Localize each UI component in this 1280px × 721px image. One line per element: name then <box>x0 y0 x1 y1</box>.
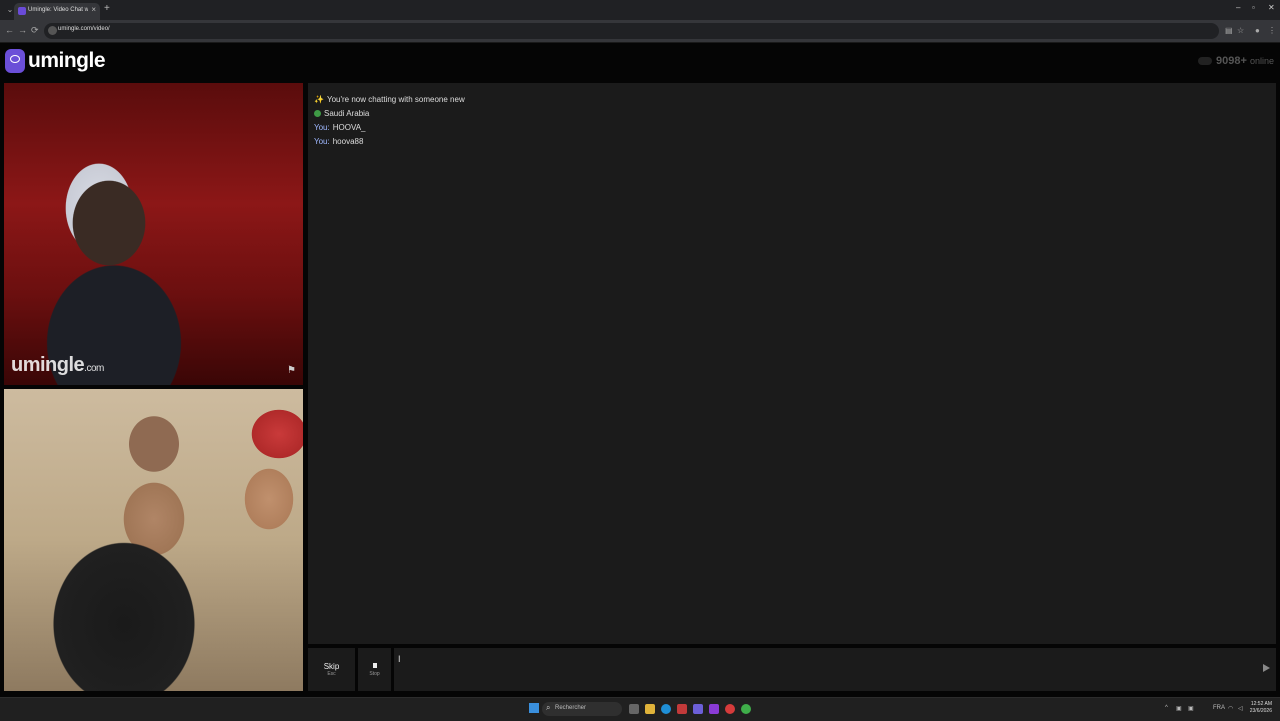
online-count: 9098+ <box>1216 55 1247 67</box>
site-info-icon[interactable] <box>48 26 57 35</box>
chat-message-text: Saudi Arabia <box>324 109 370 118</box>
minimize-button[interactable]: – <box>1236 3 1240 12</box>
tray-app-icon[interactable]: ▣ <box>1188 705 1194 712</box>
chat-message: Saudi Arabia <box>314 109 369 118</box>
address-bar-row: ← → ⟳ umingle.com/video/ ▤ ☆ ● ⋮ <box>0 20 1280 43</box>
stop-button[interactable]: Stop <box>358 648 391 691</box>
tray-chevron-icon[interactable]: ^ <box>1165 705 1168 711</box>
maximize-button[interactable]: ▫ <box>1252 3 1255 12</box>
chat-message: You: hoova88 <box>314 137 363 146</box>
skip-hint: Esc <box>327 671 336 677</box>
translate-icon[interactable]: ▤ <box>1225 26 1233 35</box>
taskbar-search-placeholder: Rechercher <box>555 705 587 711</box>
app-circle-icon[interactable] <box>725 704 735 714</box>
chat-message-text: hoova88 <box>332 137 364 146</box>
taskbar-clock[interactable]: 12:52 AM 23/6/2026 <box>1250 701 1272 715</box>
self-video <box>4 389 303 691</box>
watermark-suffix: .com <box>84 363 104 374</box>
chrome-icon[interactable] <box>741 704 751 714</box>
volume-icon[interactable]: ◁ <box>1238 705 1243 712</box>
wifi-icon[interactable]: ◠ <box>1228 705 1233 712</box>
chat-message-text: HOOVA_ <box>332 123 366 132</box>
browser-tab[interactable]: Umingle: Video Chat with S × <box>14 3 100 20</box>
edge-icon[interactable] <box>661 704 671 714</box>
forward-button[interactable]: → <box>18 25 27 35</box>
site-header: umingle 9098+ online <box>0 43 1280 81</box>
tab-close-icon[interactable]: × <box>91 5 96 14</box>
search-icon: ⌕ <box>546 703 551 712</box>
chat-log: ✨ You're now chatting with someone new Sa… <box>308 83 1276 644</box>
clock-date: 23/6/2026 <box>1249 708 1272 714</box>
online-toggle-icon[interactable] <box>1198 57 1212 66</box>
close-window-button[interactable]: ✕ <box>1268 3 1275 12</box>
skip-label: Skip <box>323 662 340 671</box>
url-field[interactable]: umingle.com/video/ <box>44 23 1219 39</box>
report-flag-icon[interactable]: ⚑ <box>287 365 297 377</box>
back-button[interactable]: ← <box>5 25 14 35</box>
task-view-icon[interactable] <box>629 704 639 714</box>
browser-menu-icon[interactable]: ⋮ <box>1268 26 1276 35</box>
os-taskbar: ⌕ Rechercher ^ ▣ ▣ FRA ◠ ◁ 12:52 AM 23/6… <box>0 697 1280 721</box>
message-sender: You: <box>314 137 330 146</box>
text-cursor: I <box>398 654 401 664</box>
watermark-text: umingle <box>11 354 85 376</box>
skip-button[interactable]: Skip Esc <box>308 648 355 691</box>
language-indicator[interactable]: FRA <box>1213 705 1225 711</box>
country-flag-icon <box>314 110 321 117</box>
file-explorer-icon[interactable] <box>645 704 655 714</box>
online-suffix: online <box>1249 56 1274 66</box>
taskbar-search[interactable]: ⌕ Rechercher <box>542 702 622 716</box>
online-counter: 9098+ online <box>1198 55 1274 67</box>
clock-time: 12:52 AM <box>1250 701 1272 707</box>
stop-icon <box>372 663 377 668</box>
site-logo[interactable]: umingle <box>28 49 106 73</box>
browser-tab-strip: ⌄ Umingle: Video Chat with S × + – ▫ ✕ <box>0 0 1280 20</box>
reload-button[interactable]: ⟳ <box>31 25 39 36</box>
chat-message: ✨ You're now chatting with someone new <box>314 95 465 104</box>
stop-label: Stop <box>369 671 380 677</box>
favicon-icon <box>18 7 26 15</box>
message-sender: You: <box>314 123 330 132</box>
video-watermark: umingle.com <box>11 354 104 377</box>
chat-controls: Skip Esc Stop I <box>308 648 1276 691</box>
new-tab-button[interactable]: + <box>104 3 110 14</box>
chat-message-text: You're now chatting with someone new <box>326 95 465 104</box>
discord-icon[interactable] <box>693 704 703 714</box>
stranger-video: umingle.com ⚑ <box>4 83 303 385</box>
chat-message: You: HOOVA_ <box>314 123 365 132</box>
send-icon[interactable] <box>1263 664 1270 672</box>
message-input[interactable]: I <box>394 648 1276 691</box>
tray-app-icon[interactable]: ▣ <box>1176 705 1182 712</box>
tab-title: Umingle: Video Chat with S <box>28 7 88 13</box>
profile-icon[interactable]: ● <box>1255 26 1260 35</box>
chat-bubble-logo-icon <box>5 49 25 73</box>
app-red-icon[interactable] <box>677 704 687 714</box>
url-text: umingle.com/video/ <box>58 26 110 32</box>
bookmark-star-icon[interactable]: ☆ <box>1237 26 1244 35</box>
windows-start-icon[interactable] <box>529 703 539 713</box>
app-purple-icon[interactable] <box>709 704 719 714</box>
sparkle-icon: ✨ <box>314 95 324 104</box>
